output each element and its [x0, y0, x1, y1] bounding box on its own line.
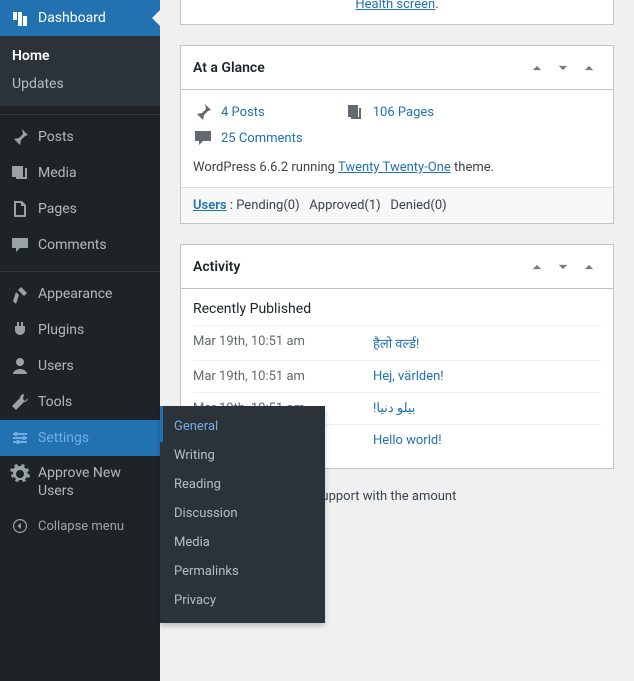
- toggle-icon[interactable]: [577, 255, 601, 279]
- activity-post-link[interactable]: Hej, världen!: [373, 369, 444, 384]
- users-approval-footer: Users : Pending(0) Approved(1) Denied(0): [181, 187, 613, 223]
- sidebar-label: Tools: [38, 394, 72, 410]
- sidebar-label: Plugins: [38, 322, 84, 338]
- activity-subtitle: Recently Published: [193, 301, 601, 317]
- glance-posts[interactable]: 4 Posts: [193, 102, 265, 122]
- activity-date: Mar 19th, 10:51 am: [193, 334, 373, 352]
- version-post: theme.: [451, 160, 494, 175]
- theme-link[interactable]: Twenty Twenty-One: [338, 160, 451, 175]
- flyout-item-general[interactable]: General: [160, 412, 325, 441]
- media-icon: [10, 163, 30, 183]
- gear-icon: [10, 464, 30, 484]
- dashboard-submenu: Home Updates: [0, 36, 160, 106]
- copy-icon: [345, 102, 365, 122]
- sidebar-label: Settings: [38, 430, 89, 446]
- flyout-item-media[interactable]: Media: [160, 528, 325, 557]
- users-link[interactable]: Users: [193, 198, 227, 213]
- at-a-glance-header: At a Glance: [181, 46, 613, 90]
- sidebar-label: Users: [38, 358, 74, 374]
- plugins-icon: [10, 320, 30, 340]
- sidebar-item-media[interactable]: Media: [0, 155, 160, 191]
- tools-icon: [10, 392, 30, 412]
- submenu-item-updates[interactable]: Updates: [0, 70, 160, 98]
- move-up-icon[interactable]: [525, 56, 549, 80]
- pin-icon: [193, 102, 213, 122]
- dashboard-icon: [10, 8, 30, 28]
- flyout-item-writing[interactable]: Writing: [160, 441, 325, 470]
- flyout-item-privacy[interactable]: Privacy: [160, 586, 325, 615]
- activity-header: Activity: [181, 245, 613, 289]
- sidebar-label: Pages: [38, 201, 77, 217]
- glance-comments-text: 25 Comments: [221, 131, 303, 146]
- move-down-icon[interactable]: [551, 56, 575, 80]
- sidebar-label: Dashboard: [38, 10, 106, 26]
- activity-date: Mar 19th, 10:51 am: [193, 369, 373, 384]
- settings-icon: [10, 428, 30, 448]
- sidebar-item-appearance[interactable]: Appearance: [0, 276, 160, 312]
- sidebar-item-approve-users[interactable]: Approve New Users: [0, 456, 160, 508]
- flyout-item-discussion[interactable]: Discussion: [160, 499, 325, 528]
- appearance-icon: [10, 284, 30, 304]
- sidebar-label: Posts: [38, 129, 74, 145]
- sidebar-item-settings[interactable]: Settings: [0, 420, 160, 456]
- users-counts: : Pending(0) Approved(1) Denied(0): [227, 198, 447, 213]
- pin-icon: [10, 127, 30, 147]
- pages-icon: [10, 199, 30, 219]
- sidebar-item-plugins[interactable]: Plugins: [0, 312, 160, 348]
- flyout-item-permalinks[interactable]: Permalinks: [160, 557, 325, 586]
- sidebar-label: Approve New Users: [38, 464, 152, 500]
- comments-icon: [10, 235, 30, 255]
- collapse-label: Collapse menu: [38, 519, 124, 534]
- comment-icon: [193, 128, 213, 148]
- sidebar-item-comments[interactable]: Comments: [0, 227, 160, 263]
- sidebar-label: Appearance: [38, 286, 112, 302]
- users-icon: [10, 356, 30, 376]
- submenu-item-home[interactable]: Home: [0, 42, 160, 70]
- sidebar-item-tools[interactable]: Tools: [0, 384, 160, 420]
- toggle-icon[interactable]: [577, 56, 601, 80]
- menu-separator: [0, 267, 160, 272]
- move-up-icon[interactable]: [525, 255, 549, 279]
- glance-pages[interactable]: 106 Pages: [345, 102, 434, 122]
- sidebar-label: Media: [38, 165, 77, 181]
- settings-flyout: General Writing Reading Discussion Media…: [160, 406, 325, 623]
- activity-post-link[interactable]: हैलो वर्ल्ड!: [373, 334, 419, 352]
- site-health-box: Health screen.: [180, 0, 614, 25]
- glance-comments[interactable]: 25 Comments: [193, 128, 303, 148]
- activity-row: Mar 19th, 10:51 am Hej, världen!: [193, 360, 601, 392]
- sidebar-item-users[interactable]: Users: [0, 348, 160, 384]
- collapse-menu[interactable]: Collapse menu: [0, 508, 160, 544]
- sidebar-item-pages[interactable]: Pages: [0, 191, 160, 227]
- activity-post-link[interactable]: Hello world!: [373, 433, 442, 448]
- glance-pages-text: 106 Pages: [373, 105, 434, 120]
- admin-sidebar: Dashboard Home Updates Posts Media Pages…: [0, 0, 160, 681]
- activity-post-link[interactable]: بيلو دنيا!: [373, 401, 415, 416]
- handle-actions: [525, 56, 601, 80]
- activity-row: Mar 19th, 10:51 am हैलो वर्ल्ड!: [193, 325, 601, 360]
- wp-version-line: WordPress 6.6.2 running Twenty Twenty-On…: [193, 160, 601, 175]
- health-screen-link[interactable]: Health screen: [355, 0, 435, 12]
- at-a-glance-body: 4 Posts 106 Pages 25 Comments WordPress …: [181, 90, 613, 187]
- at-a-glance-box: At a Glance 4 Posts 106 Pages: [180, 45, 614, 224]
- punct: .: [435, 0, 438, 12]
- sidebar-item-posts[interactable]: Posts: [0, 119, 160, 155]
- at-a-glance-title: At a Glance: [193, 60, 265, 76]
- handle-actions: [525, 255, 601, 279]
- sidebar-item-dashboard[interactable]: Dashboard: [0, 0, 160, 36]
- move-down-icon[interactable]: [551, 255, 575, 279]
- flyout-item-reading[interactable]: Reading: [160, 470, 325, 499]
- sidebar-label: Comments: [38, 237, 107, 253]
- glance-posts-text: 4 Posts: [221, 105, 265, 120]
- collapse-icon: [10, 516, 30, 536]
- activity-title: Activity: [193, 259, 240, 275]
- version-pre: WordPress 6.6.2 running: [193, 160, 338, 175]
- menu-separator: [0, 110, 160, 115]
